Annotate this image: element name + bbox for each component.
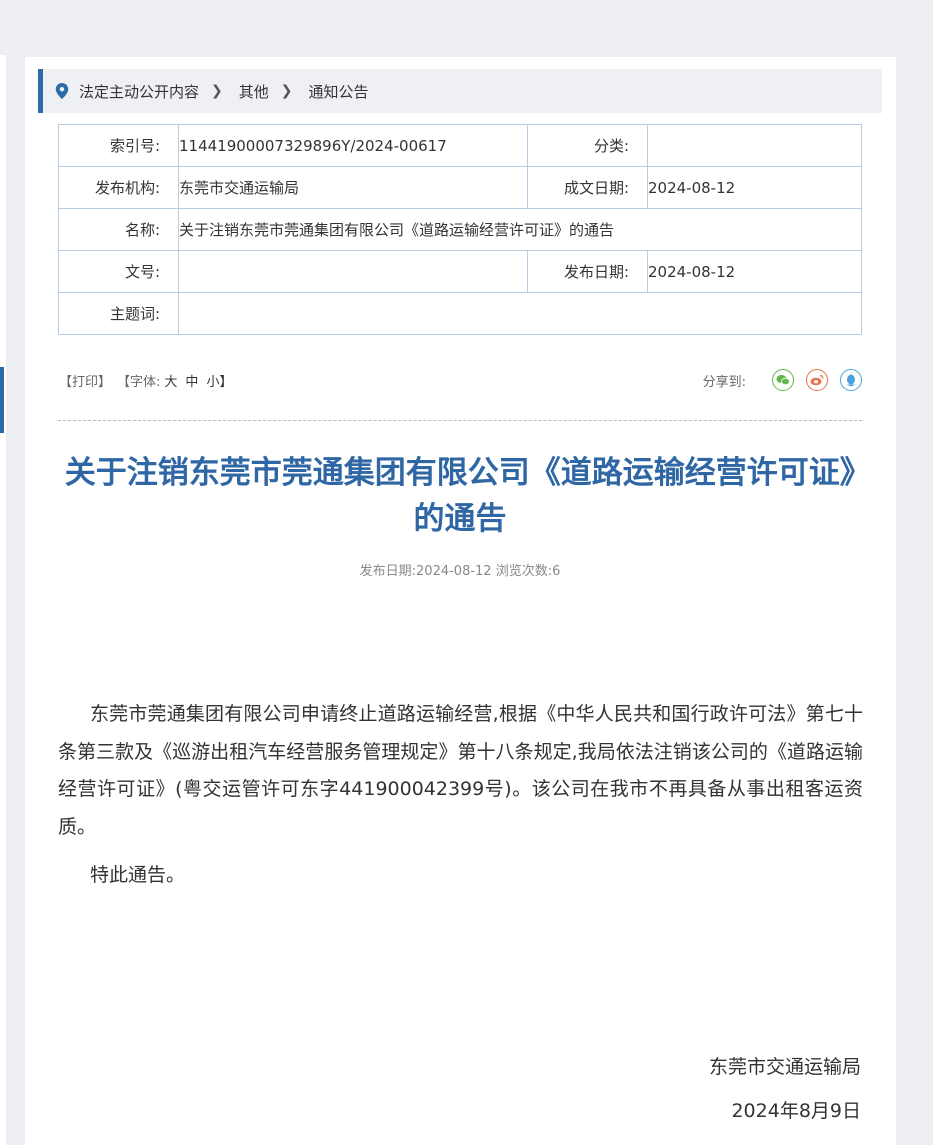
article-paragraph: 东莞市莞通集团有限公司申请终止道路运输经营,根据《中华人民共和国行政许可法》第七… <box>58 703 863 838</box>
subject-value <box>178 292 862 335</box>
font-size-label: 【字体: <box>117 374 161 390</box>
article-pubinfo: 发布日期:2024-08-12 浏览次数:6 <box>359 564 561 579</box>
meta-row-name: 名称: 关于注销东莞市莞通集团有限公司《道路运输经营许可证》的通告 <box>58 208 862 251</box>
left-sidebar-edge <box>0 55 6 1145</box>
chevron-right-icon: ❯ <box>280 83 293 99</box>
article-body: 东莞市莞通集团有限公司申请终止道路运输经营,根据《中华人民共和国行政许可法》第七… <box>58 696 863 895</box>
category-value <box>647 124 862 167</box>
breadcrumb: 法定主动公开内容 ❯ 其他 ❯ 通知公告 <box>38 69 882 113</box>
content-panel: 法定主动公开内容 ❯ 其他 ❯ 通知公告 索引号: 11441900007329… <box>25 57 896 1145</box>
sidebar-active-marker <box>0 367 4 433</box>
meta-row-index: 索引号: 11441900007329896Y/2024-00617 分类: <box>58 124 862 167</box>
doc-no-value <box>178 250 528 293</box>
written-date-value: 2024-08-12 <box>647 166 862 209</box>
publish-date-label: 发布日期: <box>527 250 648 293</box>
location-pin-icon <box>55 83 69 99</box>
name-label: 名称: <box>58 208 179 251</box>
publisher-value: 东莞市交通运输局 <box>178 166 528 209</box>
subject-label: 主题词: <box>58 292 179 335</box>
signature-block: 东莞市交通运输局 2024年8月9日 <box>709 1045 861 1133</box>
publish-date-value: 2024-08-12 <box>647 250 862 293</box>
font-large-button[interactable]: 大 <box>164 375 177 390</box>
meta-row-subject: 主题词: <box>58 292 862 335</box>
article-toolbar: 【打印】 【字体: 大中小】 分享到: <box>59 367 862 393</box>
signature-org: 东莞市交通运输局 <box>708 1056 861 1078</box>
article-paragraph: 特此通告。 <box>90 864 186 886</box>
meta-row-publisher: 发布机构: 东莞市交通运输局 成文日期: 2024-08-12 <box>58 166 862 209</box>
article-title: 关于注销东莞市莞通集团有限公司《道路运输经营许可证》的通告 <box>64 455 856 537</box>
chevron-right-icon: ❯ <box>211 83 223 99</box>
written-date-label: 成文日期: <box>527 166 648 209</box>
print-link[interactable]: 【打印】 <box>59 371 111 390</box>
breadcrumb-item-notice[interactable]: 通知公告 <box>309 81 369 102</box>
index-label: 索引号: <box>58 124 179 167</box>
document-meta-table: 索引号: 11441900007329896Y/2024-00617 分类: 发… <box>58 124 862 335</box>
doc-no-label: 文号: <box>58 250 179 293</box>
divider <box>58 420 862 421</box>
share-bar: 分享到: <box>703 369 862 391</box>
name-value: 关于注销东莞市莞通集团有限公司《道路运输经营许可证》的通告 <box>178 208 862 251</box>
wechat-icon[interactable] <box>772 369 794 391</box>
breadcrumb-item-other[interactable]: 其他 <box>239 81 269 102</box>
meta-row-docno: 文号: 发布日期: 2024-08-12 <box>58 250 862 293</box>
font-size-controls: 【字体: 大中小】 <box>117 371 236 390</box>
breadcrumb-item-public-content[interactable]: 法定主动公开内容 <box>79 81 199 102</box>
font-small-button[interactable]: 小】 <box>206 375 232 390</box>
qq-icon[interactable] <box>840 369 862 391</box>
share-label: 分享到: <box>702 374 746 390</box>
weibo-icon[interactable] <box>806 369 828 391</box>
index-value: 11441900007329896Y/2024-00617 <box>178 124 528 167</box>
signature-date: 2024年8月9日 <box>731 1100 861 1122</box>
category-label: 分类: <box>527 124 648 167</box>
font-medium-button[interactable]: 中 <box>185 375 198 390</box>
publisher-label: 发布机构: <box>58 166 179 209</box>
